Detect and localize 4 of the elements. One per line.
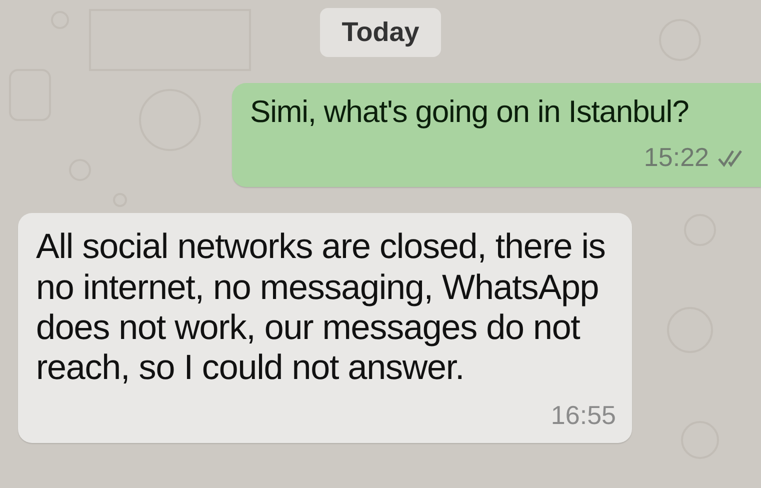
message-time: 16:55 (550, 399, 616, 432)
message-text: All social networks are closed, there is no internet, no messaging, WhatsApp does not work, our messages do not reach, so I could not answer. (36, 227, 606, 388)
message-text: Simi, what's going on in Istanbul? (250, 92, 690, 130)
message-time: 15:22 (644, 141, 709, 174)
